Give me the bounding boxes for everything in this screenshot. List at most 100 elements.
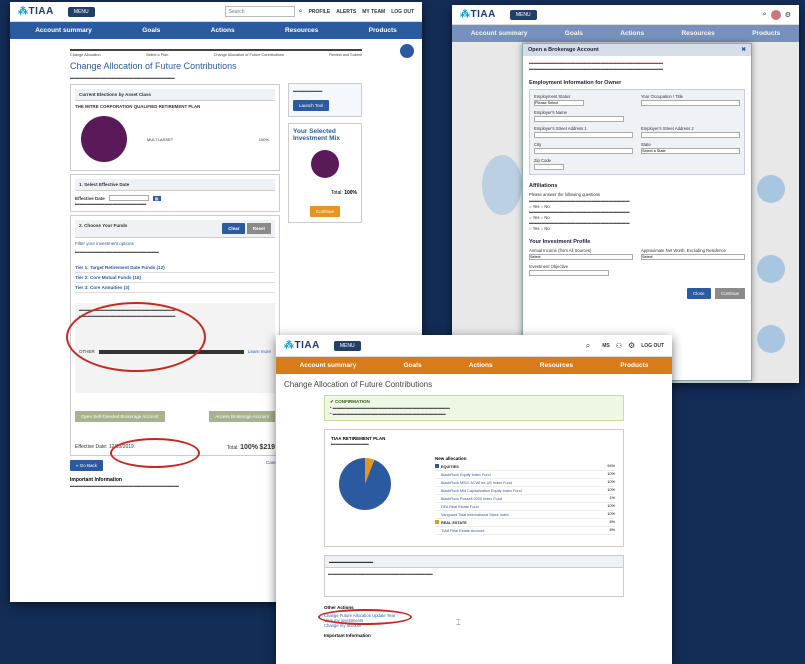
modal-continue-button[interactable]: Continue (714, 288, 745, 299)
mouse-cursor-icon: ⌶ (456, 618, 461, 627)
screenshot-brokerage-form: ⁂TIAA MENU ⌕ ⚙ Account summary Goals Act… (452, 5, 799, 383)
new-allocation-pie (339, 458, 391, 510)
no-label-3: No (544, 226, 550, 231)
fund-pct: 10% (607, 472, 615, 476)
gear-icon[interactable]: ⚙ (785, 11, 791, 19)
nav-account-summary[interactable]: Account summary (35, 27, 92, 34)
page-title-3: Change Allocation of Future Contribution… (284, 380, 433, 389)
fund-name[interactable]: BlackRock MSCI ACWI ex-US Index Fund (441, 481, 512, 485)
tier-3-accordion[interactable]: Tier 3: Core Annuities (3) (75, 283, 275, 293)
filter-investment-options[interactable]: Filter your investment options (75, 241, 275, 246)
city-input[interactable] (534, 148, 633, 154)
continue-button[interactable]: Continue (309, 206, 340, 217)
main-nav-3: Account summary Goals Actions Resources … (276, 357, 672, 374)
fund-row: REAL ESTATE 6% (435, 519, 615, 527)
fund-name[interactable]: TIAA Real Estate Account (441, 529, 484, 533)
modal-header: Open a Brokerage Account ✖ (523, 44, 751, 56)
calendar-icon[interactable]: ▦ (152, 195, 161, 201)
fund-row: BlackRock Mid Capitalization Equity Inde… (435, 487, 615, 495)
nav-resources-2[interactable]: Resources (681, 30, 714, 37)
state-select[interactable]: Select a State (641, 148, 740, 154)
search-icon[interactable]: ⌕ (299, 8, 303, 16)
fund-row: EQUITIES 94% (435, 463, 615, 471)
open-brokerage-button[interactable]: Open Self-Directed Brokerage Account (75, 411, 165, 422)
modal-close-button[interactable]: Close (687, 288, 711, 299)
nav-account-summary-2[interactable]: Account summary (471, 30, 528, 37)
step-4: Review and Submit (329, 53, 362, 57)
tier-1-accordion[interactable]: Tier 1: Target Retirement Date Funds (12… (75, 263, 275, 273)
nav-actions-2[interactable]: Actions (620, 30, 644, 37)
fund-pct: 10% (607, 504, 615, 508)
main-nav-2: Account summary Goals Actions Resources … (452, 25, 799, 42)
fund-swatch (435, 488, 439, 492)
fund-swatch (435, 512, 439, 516)
nav-resources[interactable]: Resources (285, 27, 318, 34)
zip-label: Zip Code (534, 158, 551, 163)
investment-profile-heading: Your Investment Profile (529, 239, 591, 245)
gear-icon-3[interactable]: ⚙ (628, 341, 635, 350)
objective-select[interactable] (529, 270, 609, 276)
reset-button[interactable]: Reset (246, 223, 271, 234)
current-elections-header[interactable]: Current Elections by Asset Class (75, 89, 275, 101)
nav-actions[interactable]: Actions (211, 27, 235, 34)
access-brokerage-button[interactable]: Access Brokerage Account (209, 411, 275, 422)
fund-label-group: Vanguard Total International Stock Index (435, 512, 509, 517)
address2-input[interactable] (641, 132, 740, 138)
help-chat-icon[interactable] (400, 44, 414, 58)
modal-title: Open a Brokerage Account (528, 47, 599, 53)
menu-button[interactable]: MENU (67, 6, 95, 17)
nav-resources-3[interactable]: Resources (540, 362, 573, 369)
highlight-change-link (318, 609, 412, 625)
fund-name[interactable]: BlackRock Mid Capitalization Equity Inde… (441, 489, 522, 493)
nav-products[interactable]: Products (369, 27, 397, 34)
networth-select[interactable]: Select (641, 254, 745, 260)
fund-name[interactable]: BlackRock Equity Index Fund (441, 473, 491, 477)
nav-account-summary-3[interactable]: Account summary (300, 362, 357, 369)
nav-actions-3[interactable]: Actions (469, 362, 493, 369)
nav-products-2[interactable]: Products (752, 30, 780, 37)
fund-row: TIAA Real Estate Account 6% (435, 527, 615, 535)
search-icon-3[interactable]: ⌕ (586, 341, 590, 351)
search-input[interactable]: Search (224, 6, 295, 17)
ms-badge[interactable]: MS (602, 343, 610, 349)
nav-goals[interactable]: Goals (142, 27, 160, 34)
go-back-button[interactable]: « Go Back (70, 460, 104, 471)
nav-products-3[interactable]: Products (620, 362, 648, 369)
fund-pct: 10% (607, 488, 615, 492)
fund-list: EQUITIES 94% BlackRock Equity Index Fund 10… (435, 463, 615, 535)
menu-button-2[interactable]: MENU (509, 9, 537, 20)
launch-tool-button[interactable]: Launch Tool (293, 100, 330, 111)
employer-name-input[interactable] (534, 116, 624, 122)
logout-link[interactable]: LOG OUT (391, 9, 414, 15)
address1-input[interactable] (534, 132, 633, 138)
nav-goals-2[interactable]: Goals (565, 30, 583, 37)
employment-status-select[interactable]: Please Select (534, 100, 584, 106)
search-icon-2[interactable]: ⌕ (763, 11, 767, 19)
alerts-link[interactable]: ALERTS (336, 9, 356, 15)
tiaa-logo[interactable]: ⁂TIAA (18, 6, 54, 17)
footer-amount: $219 (259, 444, 275, 451)
tier-2-accordion[interactable]: Tier 2: Core Mutual Funds (16) (75, 273, 275, 283)
menu-button-3[interactable]: MENU (333, 340, 361, 351)
my-team-link[interactable]: MY TEAM (362, 9, 385, 15)
income-select[interactable]: Select (529, 254, 633, 260)
logout-link-3[interactable]: LOG OUT (641, 343, 664, 349)
tiaa-logo-3[interactable]: ⁂TIAA (284, 340, 320, 351)
occupation-input[interactable] (641, 100, 740, 106)
learn-more-link[interactable]: Learn more (248, 349, 271, 354)
fund-name[interactable]: Vanguard Total International Stock Index (441, 513, 509, 517)
nav-goals-3[interactable]: Goals (404, 362, 422, 369)
clear-button[interactable]: Clear (222, 223, 246, 234)
profile-link[interactable]: PROFILE (309, 9, 331, 15)
team-icon[interactable]: ⚇ (616, 342, 622, 350)
tiaa-logo-2[interactable]: ⁂TIAA (460, 9, 496, 20)
avatar-icon[interactable] (770, 9, 781, 20)
important-text: ▬▬▬▬▬▬▬▬▬▬▬▬▬▬▬▬▬▬▬▬▬▬▬▬▬▬ (70, 483, 179, 488)
fund-label-group: BlackRock Equity Index Fund (435, 472, 491, 477)
fund-name[interactable]: DFA Real Estate Fund (441, 505, 479, 509)
zip-input[interactable] (534, 164, 564, 170)
multi-asset-label: MULTI-ASSET (147, 136, 174, 142)
close-icon[interactable]: ✖ (741, 47, 746, 53)
affiliation-q3-radios[interactable]: ○ Yes ○ No (529, 226, 745, 231)
fund-name[interactable]: BlackRock Russell 2000 Index Fund (441, 497, 502, 501)
